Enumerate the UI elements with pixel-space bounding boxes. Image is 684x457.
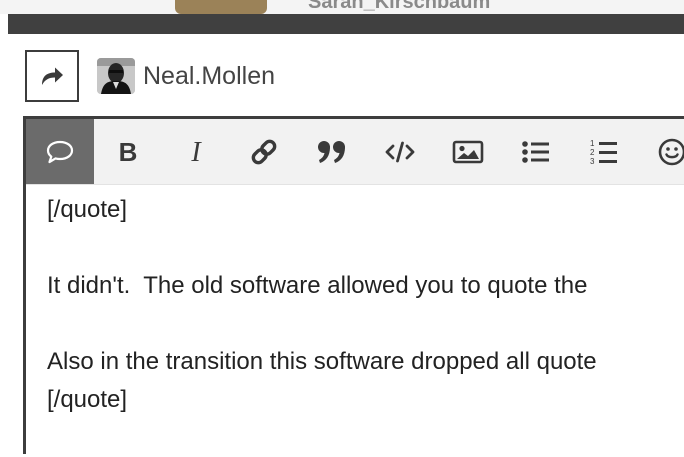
background-author-name: Sarah_Kirschbaum bbox=[308, 0, 491, 13]
code-icon bbox=[385, 141, 415, 162]
background-page-header: Sarah_Kirschbaum bbox=[0, 0, 684, 14]
svg-text:3: 3 bbox=[590, 157, 595, 166]
avatar bbox=[97, 58, 135, 94]
bullet-list-button[interactable] bbox=[502, 119, 570, 184]
smiley-icon bbox=[658, 138, 684, 165]
reply-action-button[interactable] bbox=[25, 50, 79, 102]
user-avatar-photo bbox=[97, 58, 135, 94]
numbered-list-button[interactable]: 1 2 3 bbox=[570, 119, 638, 184]
blockquote-button[interactable] bbox=[298, 119, 366, 184]
italic-button[interactable]: I bbox=[162, 119, 230, 184]
svg-text:B: B bbox=[119, 138, 138, 166]
link-icon bbox=[251, 139, 277, 164]
quote-icon bbox=[318, 140, 345, 163]
bold-button[interactable]: B bbox=[94, 119, 162, 184]
bullet-list-icon bbox=[522, 140, 549, 163]
emoji-button[interactable] bbox=[638, 119, 684, 184]
share-arrow-icon bbox=[42, 67, 63, 85]
text-line: Also in the transition this software dro… bbox=[47, 348, 597, 375]
image-button[interactable] bbox=[434, 119, 502, 184]
bold-icon: B bbox=[119, 138, 138, 166]
svg-text:I: I bbox=[190, 138, 202, 166]
link-button[interactable] bbox=[230, 119, 298, 184]
composer-grip-bar[interactable] bbox=[8, 14, 684, 34]
reply-composer: Neal.Mollen B I 1 2 3 [/quote] It didn't… bbox=[8, 14, 684, 457]
code-button[interactable] bbox=[366, 119, 434, 184]
text-line: [/quote] bbox=[47, 386, 128, 413]
user-name[interactable]: Neal.Mollen bbox=[143, 62, 275, 91]
editor: B I 1 2 3 [/quote] It didn't. The old so… bbox=[23, 116, 684, 457]
background-avatar bbox=[175, 0, 267, 14]
text-line: It didn't. The old software allowed you … bbox=[47, 272, 588, 299]
italic-icon: I bbox=[190, 138, 202, 166]
speech-bubble-icon bbox=[46, 140, 74, 163]
svg-text:2: 2 bbox=[590, 148, 595, 157]
toggle-preview-button[interactable] bbox=[26, 119, 94, 184]
svg-text:1: 1 bbox=[590, 139, 595, 148]
reply-textarea[interactable]: [/quote] It didn't. The old software all… bbox=[26, 185, 684, 457]
image-icon bbox=[452, 140, 484, 163]
numbered-list-icon: 1 2 3 bbox=[590, 139, 617, 166]
text-line: [/quote] bbox=[47, 196, 128, 223]
editor-toolbar: B I 1 2 3 bbox=[26, 119, 684, 185]
